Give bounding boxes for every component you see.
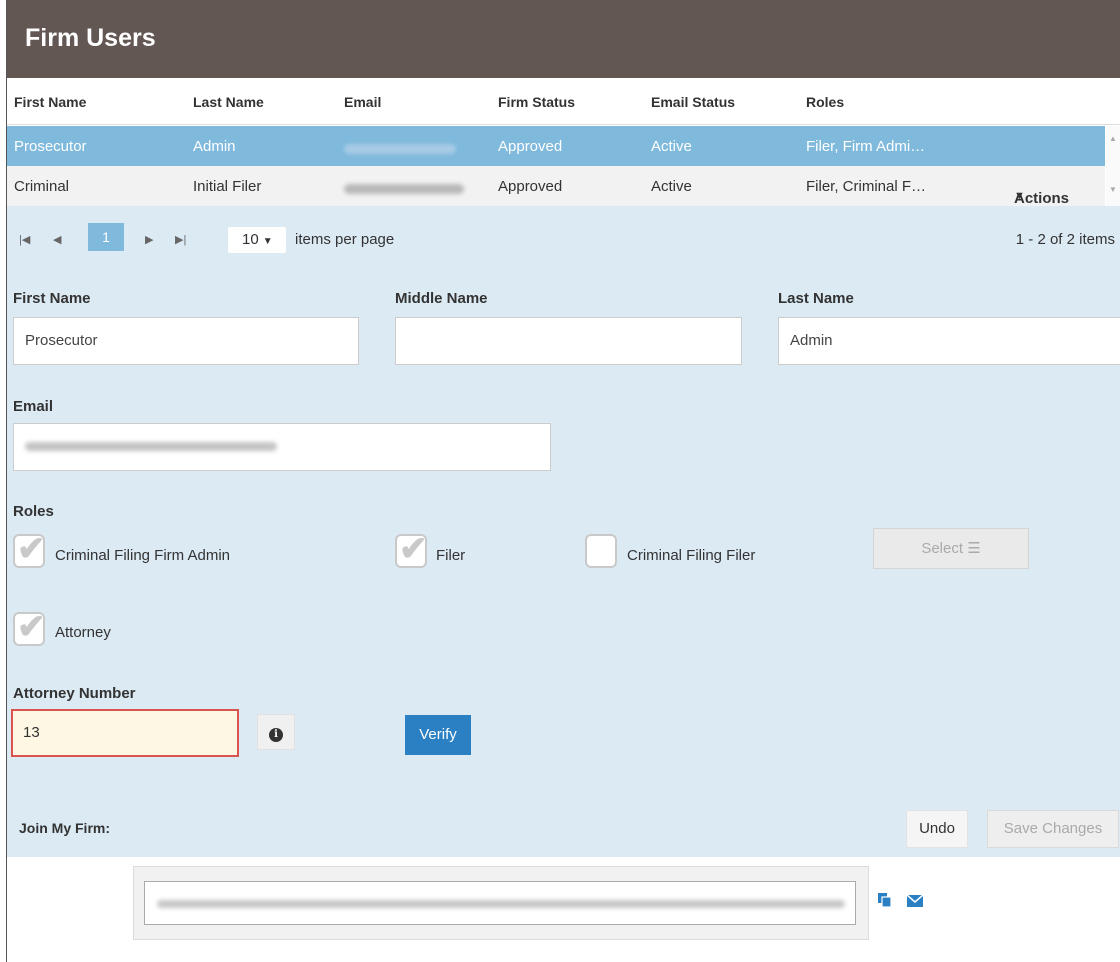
column-last-name[interactable]: Last Name xyxy=(193,94,264,110)
page-header: Firm Users xyxy=(7,0,1120,78)
middle-name-label: Middle Name xyxy=(395,290,488,307)
role-label-filer: Filer xyxy=(436,547,466,564)
cell-firm-status: Approved xyxy=(498,178,563,195)
firm-users-window: Firm Users First Name Last Name Email Fi… xyxy=(6,0,1120,962)
caret-down-icon: ▼ xyxy=(262,236,273,247)
per-page-value: 10 xyxy=(242,231,259,248)
cell-last-name: Admin xyxy=(193,138,236,155)
role-label-attorney: Attorney xyxy=(55,624,111,641)
cell-roles: Filer, Criminal F… xyxy=(806,178,927,195)
caret-down-icon: ▼ xyxy=(1014,190,1025,202)
column-first-name[interactable]: First Name xyxy=(14,94,86,110)
first-name-field[interactable]: Prosecutor xyxy=(13,317,359,365)
join-my-firm-label: Join My Firm: xyxy=(19,820,111,836)
role-label-criminal-filing-filer: Criminal Filing Filer xyxy=(627,547,756,564)
info-icon: i xyxy=(269,728,283,742)
user-edit-panel: |◀ ◀ 1 ▶ ▶| 10 ▼ items per page 1 - 2 of … xyxy=(7,206,1120,857)
cell-email-status: Active xyxy=(651,178,692,195)
cell-firm-status: Approved xyxy=(498,138,563,155)
cell-roles: Filer, Firm Admi… xyxy=(806,138,926,155)
column-firm-status[interactable]: Firm Status xyxy=(498,94,575,110)
checkmark-icon: ✔ xyxy=(17,530,46,568)
join-link-field[interactable] xyxy=(144,881,856,925)
undo-button[interactable]: Undo xyxy=(906,810,968,848)
email-field[interactable] xyxy=(13,423,551,471)
table-row[interactable]: Prosecutor Admin Approved Active Filer, … xyxy=(7,126,1105,166)
next-page-icon[interactable]: ▶ xyxy=(145,233,153,246)
table-header: First Name Last Name Email Firm Status E… xyxy=(7,78,1120,125)
pager-current-page[interactable]: 1 xyxy=(88,223,124,251)
attorney-number-field[interactable]: 13 xyxy=(11,709,239,757)
role-label-criminal-filing-firm-admin: Criminal Filing Firm Admin xyxy=(55,547,231,564)
cell-first-name: Prosecutor xyxy=(14,138,87,155)
role-checkbox-criminal-filing-firm-admin[interactable]: ✔ xyxy=(13,530,46,568)
first-page-icon[interactable]: |◀ xyxy=(19,233,30,246)
cell-email-redacted xyxy=(344,141,456,158)
last-name-field[interactable]: Admin xyxy=(778,317,1120,365)
middle-name-field[interactable] xyxy=(395,317,742,365)
scroll-up-icon[interactable]: ▲ xyxy=(1109,134,1117,143)
attorney-info-button[interactable]: i xyxy=(257,714,295,750)
table-row[interactable]: Criminal Initial Filer Approved Active F… xyxy=(7,166,1105,207)
first-name-label: First Name xyxy=(13,290,91,307)
column-roles[interactable]: Roles xyxy=(806,94,844,110)
pager-count: 1 - 2 of 2 items xyxy=(1015,231,1115,248)
attorney-number-label: Attorney Number xyxy=(13,685,136,702)
select-label: Select xyxy=(921,540,964,557)
mail-icon[interactable] xyxy=(907,895,923,907)
copy-icon[interactable] xyxy=(878,893,892,907)
cell-first-name: Criminal xyxy=(14,178,70,195)
email-label: Email xyxy=(13,398,54,415)
checkmark-icon: ✔ xyxy=(17,608,46,646)
join-link-container xyxy=(133,866,869,940)
page-title: Firm Users xyxy=(25,24,156,52)
per-page-label: items per page xyxy=(295,231,395,248)
cell-email-redacted xyxy=(344,181,464,198)
last-name-label: Last Name xyxy=(778,290,854,307)
last-page-icon[interactable]: ▶| xyxy=(175,233,186,246)
column-email-status[interactable]: Email Status xyxy=(651,94,735,110)
role-checkbox-criminal-filing-filer[interactable] xyxy=(585,534,617,568)
column-email[interactable]: Email xyxy=(344,94,381,110)
per-page-select[interactable]: 10 ▼ xyxy=(228,227,286,253)
roles-label: Roles xyxy=(13,503,54,520)
table-scrollbar[interactable]: ▲ ▼ xyxy=(1106,126,1120,206)
cell-last-name: Initial Filer xyxy=(193,178,262,195)
verify-button[interactable]: Verify xyxy=(405,715,471,755)
prev-page-icon[interactable]: ◀ xyxy=(53,233,61,246)
checkmark-icon: ✔ xyxy=(399,530,428,568)
select-roles-button[interactable]: Select ☰ xyxy=(873,528,1029,569)
cell-email-status: Active xyxy=(651,138,692,155)
role-checkbox-attorney[interactable]: ✔ xyxy=(13,608,46,646)
save-changes-button[interactable]: Save Changes xyxy=(987,810,1119,848)
list-icon: ☰ xyxy=(967,540,981,557)
scroll-down-icon[interactable]: ▼ xyxy=(1109,185,1117,194)
role-checkbox-filer[interactable]: ✔ xyxy=(395,530,428,568)
